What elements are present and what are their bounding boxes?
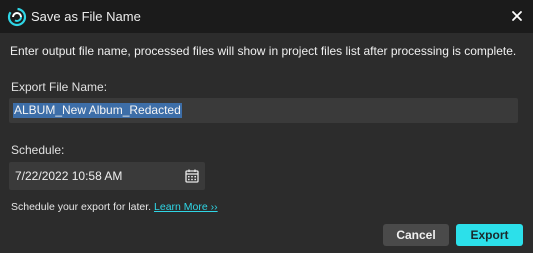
schedule-hint: Schedule your export for later. Learn Mo… — [11, 201, 218, 214]
schedule-date-picker[interactable]: 7/22/2022 10:58 AM — [9, 162, 205, 190]
schedule-hint-text: Schedule your export for later. — [11, 201, 152, 213]
title-bar: Save as File Name — [0, 0, 533, 33]
schedule-date-value: 7/22/2022 10:58 AM — [15, 169, 123, 183]
learn-more-link[interactable]: Learn More ›› — [154, 201, 218, 213]
close-icon[interactable] — [509, 8, 525, 24]
dialog-description: Enter output file name, processed files … — [10, 44, 517, 58]
export-button[interactable]: Export — [456, 224, 523, 246]
window-title: Save as File Name — [31, 9, 141, 24]
save-as-dialog: Save as File Name Enter output file name… — [0, 0, 533, 253]
schedule-label: Schedule: — [11, 143, 65, 157]
export-file-name-label: Export File Name: — [11, 80, 108, 94]
swirl-logo-icon — [7, 7, 27, 27]
cancel-button[interactable]: Cancel — [383, 224, 449, 246]
calendar-icon[interactable] — [184, 168, 200, 184]
export-file-name-value: ALBUM_New Album_Redacted — [13, 103, 182, 118]
export-file-name-input[interactable]: ALBUM_New Album_Redacted — [9, 98, 518, 123]
